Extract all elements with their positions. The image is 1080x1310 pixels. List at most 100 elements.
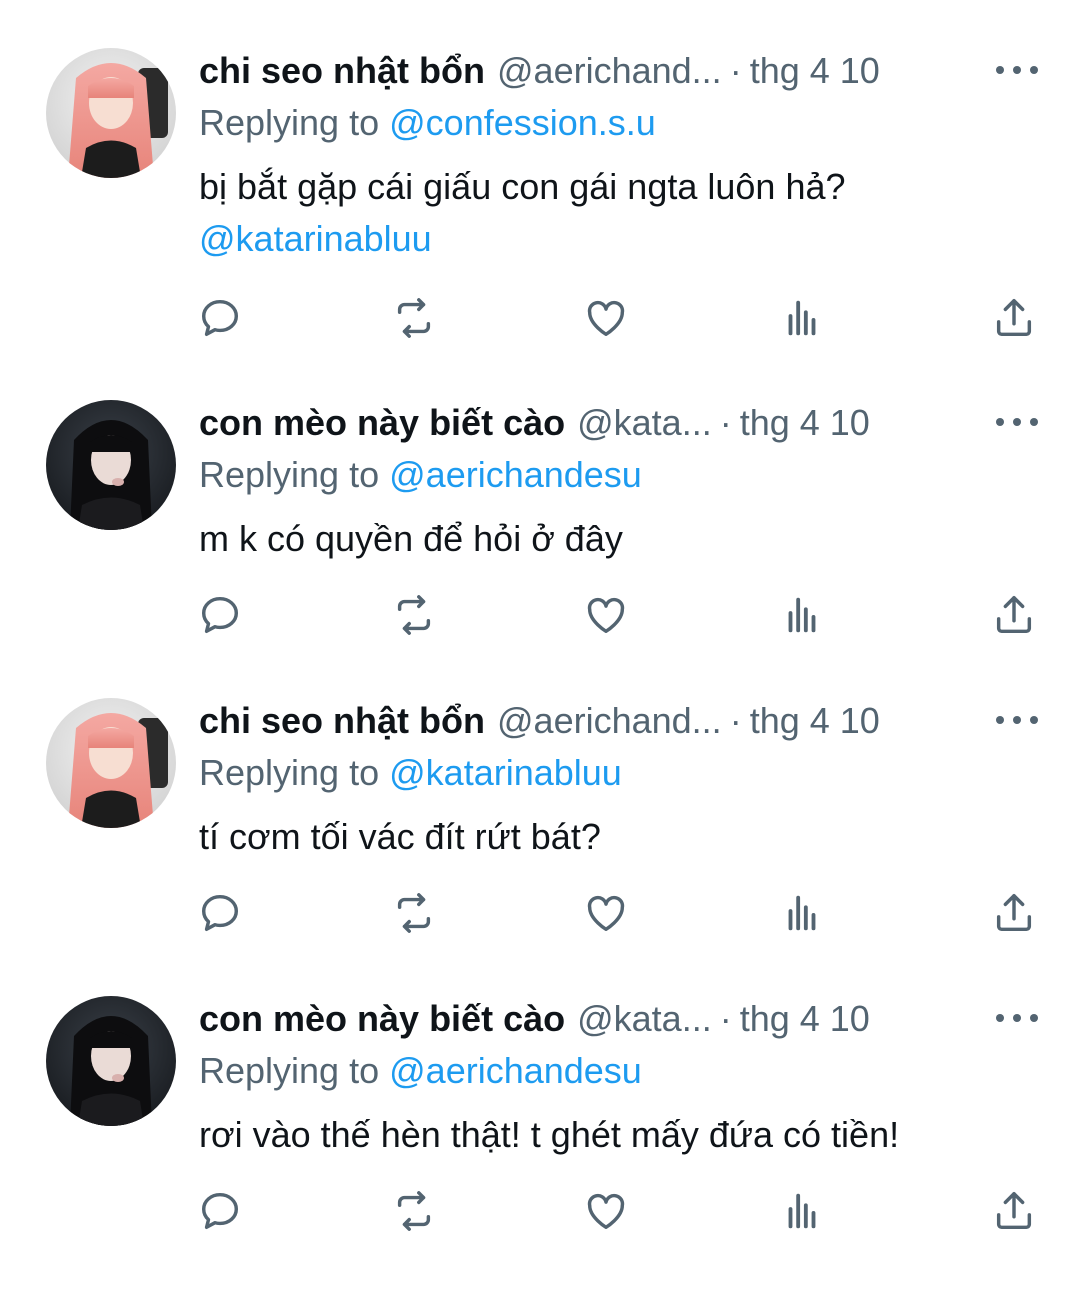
avatar[interactable] bbox=[46, 996, 176, 1126]
author-handle[interactable]: @kata... bbox=[577, 998, 712, 1040]
share-button[interactable] bbox=[990, 591, 1038, 639]
replying-to: Replying to @katarinabluu bbox=[199, 752, 622, 794]
share-icon bbox=[996, 1192, 1032, 1230]
tweet-text-content: m k có quyền để hỏi ở đây bbox=[199, 518, 623, 559]
tweet-actions bbox=[0, 591, 1080, 641]
tweet-header: con mèo này biết cào @kata... · thg 4 10 bbox=[199, 398, 870, 448]
more-options-icon[interactable] bbox=[996, 62, 1038, 78]
like-icon bbox=[587, 1193, 625, 1230]
retweet-icon bbox=[397, 893, 431, 933]
tweet[interactable]: chi seo nhật bổn @aerichand... · thg 4 1… bbox=[0, 698, 1080, 1012]
views-icon bbox=[788, 895, 816, 931]
author-handle[interactable]: @aerichand... bbox=[497, 50, 722, 92]
separator-dot: · bbox=[729, 700, 742, 741]
author-handle[interactable]: @kata... bbox=[577, 402, 712, 444]
avatar[interactable] bbox=[46, 698, 176, 828]
replying-to-label: Replying to bbox=[199, 1050, 380, 1091]
reply-icon bbox=[201, 894, 239, 932]
tweet-text-content: bị bắt gặp cái giấu con gái ngta luôn hả… bbox=[199, 166, 846, 207]
more-options-icon[interactable] bbox=[996, 414, 1038, 430]
views-icon bbox=[788, 597, 816, 633]
tweet[interactable]: con mèo này biết cào @kata... · thg 4 10… bbox=[0, 400, 1080, 714]
reply-button[interactable] bbox=[196, 294, 244, 342]
reply-button[interactable] bbox=[196, 889, 244, 937]
avatar[interactable] bbox=[46, 48, 176, 178]
tweet-text: m k có quyền để hỏi ở đây bbox=[199, 513, 623, 565]
share-icon bbox=[996, 299, 1032, 337]
views-icon bbox=[788, 1193, 816, 1229]
reply-icon bbox=[201, 596, 239, 634]
pink-hair-avatar-image bbox=[46, 698, 176, 828]
views-icon bbox=[788, 300, 816, 336]
like-icon bbox=[587, 895, 625, 932]
replying-to: Replying to @aerichandesu bbox=[199, 1050, 642, 1092]
tweet-text-content: tí cơm tối vác đít rứt bát? bbox=[199, 816, 601, 857]
author-name[interactable]: con mèo này biết cào bbox=[199, 402, 565, 444]
replying-to-label: Replying to bbox=[199, 102, 380, 143]
tweet[interactable]: chi seo nhật bổn @aerichand... · thg 4 1… bbox=[0, 48, 1080, 362]
avatar[interactable] bbox=[46, 400, 176, 530]
like-icon bbox=[587, 300, 625, 337]
replying-to-handle[interactable]: @katarinabluu bbox=[389, 752, 622, 793]
like-button[interactable] bbox=[582, 591, 630, 639]
timestamp[interactable]: thg 4 10 bbox=[740, 402, 870, 444]
replying-to: Replying to @confession.s.u bbox=[199, 102, 656, 144]
tweet-text: tí cơm tối vác đít rứt bát? bbox=[199, 811, 601, 863]
more-options-icon[interactable] bbox=[996, 712, 1038, 728]
share-button[interactable] bbox=[990, 889, 1038, 937]
replying-to-handle[interactable]: @confession.s.u bbox=[389, 102, 656, 143]
retweet-button[interactable] bbox=[390, 1187, 438, 1235]
timestamp[interactable]: thg 4 10 bbox=[740, 998, 870, 1040]
separator-dot: · bbox=[719, 402, 732, 443]
tweet-text: bị bắt gặp cái giấu con gái ngta luôn hả… bbox=[199, 161, 846, 265]
reply-button[interactable] bbox=[196, 1187, 244, 1235]
tweet-header: chi seo nhật bổn @aerichand... · thg 4 1… bbox=[199, 46, 880, 96]
tweet[interactable]: con mèo này biết cào @kata... · thg 4 10… bbox=[0, 996, 1080, 1310]
tweet-text-content: rơi vào thế hèn thật! t ghét mấy đứa có … bbox=[199, 1114, 900, 1155]
views-button[interactable] bbox=[778, 591, 826, 639]
tweet-header: chi seo nhật bổn @aerichand... · thg 4 1… bbox=[199, 696, 880, 746]
replying-to-handle[interactable]: @aerichandesu bbox=[389, 454, 642, 495]
like-button[interactable] bbox=[582, 294, 630, 342]
reply-icon bbox=[201, 299, 239, 337]
more-options-icon[interactable] bbox=[996, 1010, 1038, 1026]
tweet-actions bbox=[0, 294, 1080, 344]
tweet-actions bbox=[0, 1187, 1080, 1237]
like-button[interactable] bbox=[582, 1187, 630, 1235]
separator-dot: · bbox=[729, 50, 742, 91]
dark-hair-avatar-image bbox=[46, 996, 176, 1126]
replying-to-handle[interactable]: @aerichandesu bbox=[389, 1050, 642, 1091]
share-button[interactable] bbox=[990, 294, 1038, 342]
mention-link[interactable]: @katarinabluu bbox=[199, 213, 846, 265]
author-name[interactable]: con mèo này biết cào bbox=[199, 998, 565, 1040]
views-button[interactable] bbox=[778, 294, 826, 342]
separator-dot: · bbox=[719, 998, 732, 1039]
tweet-actions bbox=[0, 889, 1080, 939]
tweet-text: rơi vào thế hèn thật! t ghét mấy đứa có … bbox=[199, 1109, 899, 1161]
like-button[interactable] bbox=[582, 889, 630, 937]
replying-to: Replying to @aerichandesu bbox=[199, 454, 642, 496]
retweet-icon bbox=[397, 595, 431, 635]
reply-button[interactable] bbox=[196, 591, 244, 639]
views-button[interactable] bbox=[778, 1187, 826, 1235]
retweet-button[interactable] bbox=[390, 591, 438, 639]
tweet-header: con mèo này biết cào @kata... · thg 4 10 bbox=[199, 994, 870, 1044]
retweet-icon bbox=[397, 298, 431, 338]
author-name[interactable]: chi seo nhật bổn bbox=[199, 700, 485, 742]
author-handle[interactable]: @aerichand... bbox=[497, 700, 722, 742]
retweet-icon bbox=[397, 1191, 431, 1231]
reply-icon bbox=[201, 1192, 239, 1230]
like-icon bbox=[587, 597, 625, 634]
share-button[interactable] bbox=[990, 1187, 1038, 1235]
share-icon bbox=[996, 596, 1032, 634]
dark-hair-avatar-image bbox=[46, 400, 176, 530]
retweet-button[interactable] bbox=[390, 294, 438, 342]
share-icon bbox=[996, 894, 1032, 932]
timestamp[interactable]: thg 4 10 bbox=[750, 50, 880, 92]
retweet-button[interactable] bbox=[390, 889, 438, 937]
replying-to-label: Replying to bbox=[199, 752, 380, 793]
timestamp[interactable]: thg 4 10 bbox=[750, 700, 880, 742]
author-name[interactable]: chi seo nhật bổn bbox=[199, 50, 485, 92]
views-button[interactable] bbox=[778, 889, 826, 937]
replying-to-label: Replying to bbox=[199, 454, 380, 495]
